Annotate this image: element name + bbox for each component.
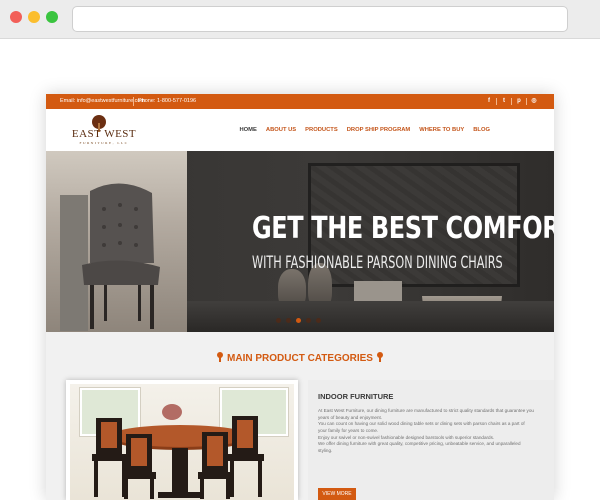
slide-dot-5[interactable] <box>316 318 321 323</box>
window-maximize-button[interactable] <box>46 11 58 23</box>
website-page: Email: info@eastwestfurniture.com Phone:… <box>46 94 554 500</box>
logo-name: EAST WEST <box>71 128 137 140</box>
nav-where-to-buy[interactable]: WHERE TO BUY <box>419 127 464 133</box>
window-close-button[interactable] <box>10 11 22 23</box>
slide-dot-2[interactable] <box>286 318 291 323</box>
description-paragraph: We offer dining furniture with great qua… <box>318 441 521 453</box>
category-title: INDOOR FURNITURE <box>318 392 394 401</box>
view-more-button[interactable]: VIEW MORE <box>318 488 356 500</box>
section-heading: MAIN PRODUCT CATEGORIES <box>46 352 554 364</box>
tree-icon <box>376 352 383 362</box>
category-description: At East West Furniture, our dining furni… <box>318 408 534 455</box>
main-nav: HOME ABOUT US PRODUCTS DROP SHIP PROGRAM… <box>239 109 490 151</box>
section-heading-text: MAIN PRODUCT CATEGORIES <box>227 353 373 364</box>
nav-products[interactable]: PRODUCTS <box>305 127 338 133</box>
description-paragraph: At East West Furniture, our dining furni… <box>318 408 534 420</box>
twitter-icon[interactable]: t <box>500 94 508 109</box>
address-bar[interactable] <box>72 6 568 32</box>
divider <box>496 98 497 105</box>
category-image-card[interactable] <box>66 380 298 500</box>
nav-drop-ship-program[interactable]: DROP SHIP PROGRAM <box>347 127 411 133</box>
description-paragraph: You can count on having our solid wood d… <box>318 421 525 433</box>
logo[interactable]: EAST WEST FURNITURE, LLC <box>68 115 140 147</box>
divider <box>526 98 527 105</box>
hero-chair-image <box>46 151 187 332</box>
hero-title: GET THE BEST COMFORT <box>252 211 554 246</box>
window-minimize-button[interactable] <box>28 11 40 23</box>
product-categories-section: MAIN PRODUCT CATEGORIES INDOOR FURNITURE… <box>46 332 554 500</box>
slider-pagination <box>276 318 321 323</box>
divider <box>511 98 512 105</box>
description-paragraph: Enjoy our swivel or non-swivel fashionab… <box>318 434 495 440</box>
tree-icon <box>92 115 106 132</box>
category-info-panel: INDOOR FURNITURE At East West Furniture,… <box>308 380 554 500</box>
hero-subtitle: WITH FASHIONABLE PARSON DINING CHAIRS <box>252 253 503 272</box>
slide-dot-1[interactable] <box>276 318 281 323</box>
top-contact-bar: Email: info@eastwestfurniture.com Phone:… <box>46 94 554 109</box>
tree-icon <box>217 352 224 362</box>
nav-about-us[interactable]: ABOUT US <box>266 127 296 133</box>
instagram-icon[interactable]: ◎ <box>530 94 538 109</box>
slide-dot-3[interactable] <box>296 318 301 323</box>
logo-tagline: FURNITURE, LLC <box>79 141 129 145</box>
browser-chrome <box>0 0 600 39</box>
contact-phone[interactable]: Phone: 1-800-577-0196 <box>138 94 196 109</box>
site-header: EAST WEST FURNITURE, LLC HOME ABOUT US P… <box>46 109 554 151</box>
facebook-icon[interactable]: f <box>485 94 493 109</box>
tufted-chair-illustration <box>60 183 160 331</box>
console-table <box>187 301 554 332</box>
hero-slider[interactable]: GET THE BEST COMFORT WITH FASHIONABLE PA… <box>46 151 554 332</box>
social-links: f t p ◎ <box>485 94 538 109</box>
dining-set-image <box>70 384 294 500</box>
slide-dot-4[interactable] <box>306 318 311 323</box>
pinterest-icon[interactable]: p <box>515 94 523 109</box>
dining-set-illustration <box>92 416 264 499</box>
divider <box>133 97 134 106</box>
nav-blog[interactable]: BLOG <box>473 127 490 133</box>
nav-home[interactable]: HOME <box>239 127 256 133</box>
